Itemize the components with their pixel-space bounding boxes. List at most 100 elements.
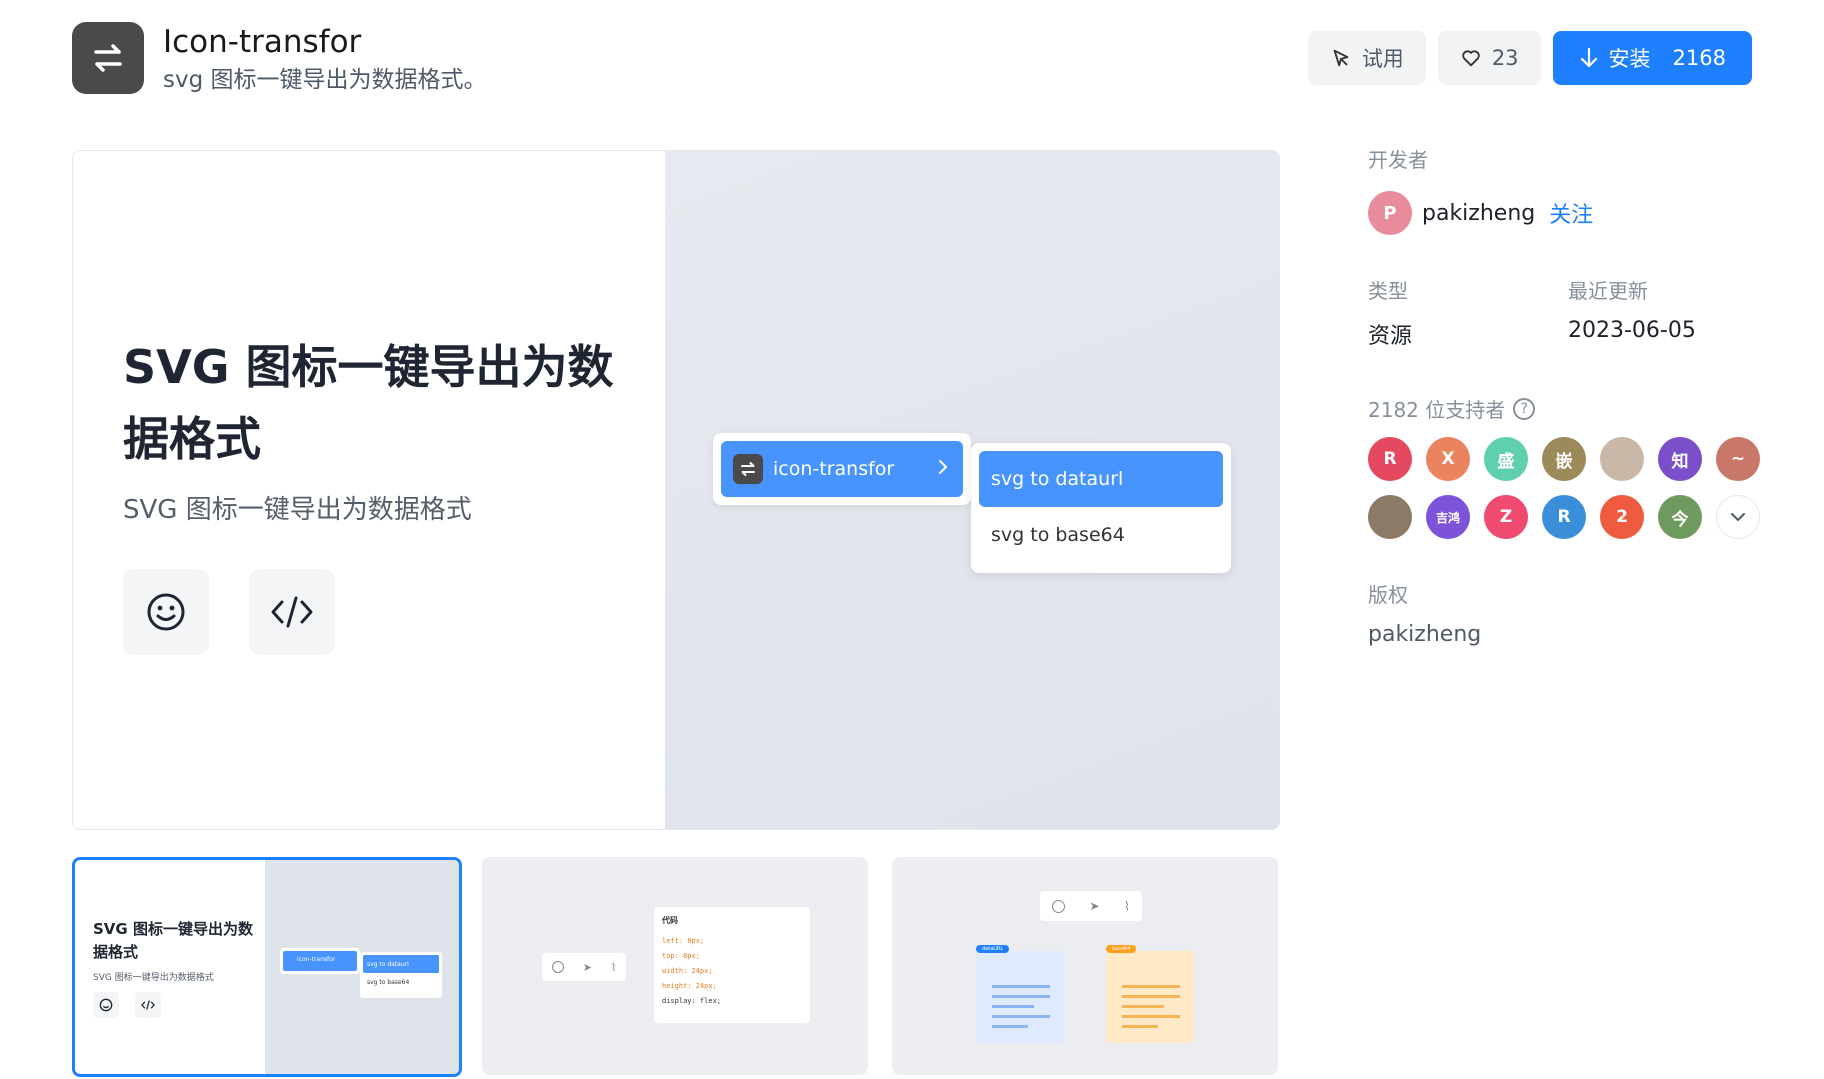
thumb-hero-title: SVG 图标一键导出为数据格式 [93, 920, 253, 961]
install-button[interactable]: 安装 2168 [1552, 31, 1752, 85]
supporter-avatar[interactable]: 今 [1658, 495, 1702, 539]
type-value: 资源 [1368, 324, 1413, 349]
thumb-dataurl-card: dataURL [976, 945, 1064, 1043]
expand-supporters-button[interactable] [1716, 495, 1760, 539]
supporter-avatar[interactable]: 嵌 [1542, 437, 1586, 481]
follow-button[interactable]: 关注 [1549, 197, 1593, 229]
thumbnail-1[interactable]: SVG 图标一键导出为数据格式 SVG 图标一键导出为数据格式 icon-tra… [72, 857, 462, 1077]
app-title: Icon-transfor [163, 24, 362, 60]
swap-arrows-icon [94, 44, 122, 72]
heart-icon [1462, 50, 1480, 67]
paperclip-icon: ⌇ [1123, 899, 1130, 913]
thumb-code-line: width: 24px; [662, 967, 713, 975]
context-menu-label: icon-transfor [773, 458, 895, 480]
thumb-dataurl-tag: dataURL [976, 945, 1010, 953]
chevron-right-icon [939, 460, 948, 474]
like-count: 23 [1491, 46, 1519, 70]
pug-avatar[interactable] [1368, 495, 1412, 539]
supporter-avatar[interactable]: R [1368, 437, 1412, 481]
thumbnail-3[interactable]: ➤ ⌇ dataURL base64 [892, 857, 1278, 1075]
header-actions: 试用 23 安装 2168 [1307, 31, 1752, 85]
developer-row: P pakizheng 关注 [1368, 191, 1768, 235]
supporter-avatar[interactable]: 2 [1600, 495, 1644, 539]
thumb-code-title: 代码 [662, 916, 678, 925]
install-count: 2168 [1672, 46, 1726, 70]
meta-info: 类型 资源 最近更新 2023-06-05 [1368, 275, 1768, 350]
hero-title: SVG 图标一键导出为数据格式 [123, 340, 614, 466]
thumb-context-menu: icon-transfor [280, 948, 360, 974]
thumbnail-strip: SVG 图标一键导出为数据格式 SVG 图标一键导出为数据格式 icon-tra… [72, 857, 1280, 1077]
supporter-avatar[interactable]: 吉鸿 [1426, 495, 1470, 539]
submenu: svg to dataurl svg to base64 [971, 443, 1231, 573]
supporter-avatar[interactable]: ~ [1716, 437, 1760, 481]
code-icon-tile [249, 569, 335, 655]
preview-right-panel: icon-transfor svg to dataurl svg to base… [665, 151, 1279, 829]
like-button[interactable]: 23 [1437, 31, 1541, 85]
thumbnail-2[interactable]: ➤ ⌇ 代码 left: 8px; top: 8px; width: 24px;… [482, 857, 868, 1075]
copyright-label: 版权 [1368, 583, 1408, 607]
thumb-code-line: height: 24px; [662, 982, 717, 990]
try-label: 试用 [1361, 47, 1404, 71]
paperclip-icon: ⌇ [611, 960, 617, 974]
supporter-avatar[interactable]: R [1542, 495, 1586, 539]
cartoon-avatar[interactable] [1600, 437, 1644, 481]
supporters-header: 2182 位支持者 ? [1368, 394, 1768, 423]
updated-value: 2023-06-05 [1568, 318, 1696, 343]
thumb-submenu-base64: svg to base64 [367, 979, 410, 986]
thumb-hero-sub: SVG 图标一键导出为数据格式 [93, 973, 214, 983]
globe-icon [1052, 899, 1066, 913]
updated-label: 最近更新 [1568, 279, 1648, 303]
sidebar: 开发者 P pakizheng 关注 类型 资源 最近更新 2023-06-05… [1368, 144, 1768, 647]
app-icon [72, 22, 144, 94]
preview-left-panel: SVG 图标一键导出为数据格式 SVG 图标一键导出为数据格式 [73, 151, 665, 829]
copyright-section: 版权 pakizheng [1368, 579, 1768, 647]
thumb-code-line: top: 8px; [662, 952, 700, 960]
supporters-count: 2182 位支持者 [1368, 398, 1506, 422]
smile-icon [147, 593, 185, 631]
avatar[interactable]: P [1368, 191, 1412, 235]
updated-column: 最近更新 2023-06-05 [1568, 275, 1768, 350]
send-icon: ➤ [582, 960, 592, 974]
type-label: 类型 [1368, 279, 1408, 303]
copyright-value: pakizheng [1368, 622, 1482, 647]
supporter-avatar[interactable]: 知 [1658, 437, 1702, 481]
chevron-down-icon [1731, 513, 1745, 522]
context-menu-item: icon-transfor [721, 441, 963, 497]
thumb-code-panel: 代码 left: 8px; top: 8px; width: 24px; hei… [654, 907, 810, 1023]
code-icon [271, 596, 313, 628]
smile-icon [99, 998, 113, 1012]
header: Icon-transfor svg 图标一键导出为数据格式。 试用 23 安装 … [72, 22, 1752, 94]
thumb-toolbar: ➤ ⌇ [542, 953, 626, 981]
type-column: 类型 资源 [1368, 275, 1568, 350]
send-icon: ➤ [1089, 899, 1100, 913]
thumb-menu-label: icon-transfor [283, 951, 357, 971]
supporter-avatar[interactable]: 盛 [1484, 437, 1528, 481]
code-icon [141, 1000, 155, 1010]
developer-label: 开发者 [1368, 148, 1428, 172]
plugin-detail-page: Icon-transfor svg 图标一键导出为数据格式。 试用 23 安装 … [0, 0, 1824, 1079]
context-menu: icon-transfor [713, 433, 971, 505]
supporter-avatar[interactable]: X [1426, 437, 1470, 481]
thumb-code-line: left: 8px; [662, 937, 705, 945]
download-arrow-icon [1580, 47, 1597, 68]
supporter-avatar[interactable]: Z [1484, 495, 1528, 539]
smile-icon-tile [123, 569, 209, 655]
thumb-submenu-dataurl: svg to dataurl [363, 955, 439, 973]
submenu-item-base64: svg to base64 [991, 524, 1125, 546]
swap-arrows-icon [733, 454, 763, 484]
app-subtitle: svg 图标一键导出为数据格式。 [163, 67, 487, 93]
supporters-grid: R X 盛嵌知 ~ 吉鸿 Z R 2 今 [1368, 437, 1768, 539]
cursor-click-icon [1333, 49, 1349, 67]
install-label: 安装 [1608, 47, 1651, 71]
globe-icon [551, 961, 564, 973]
thumb-smile-tile [93, 992, 119, 1018]
question-icon[interactable]: ? [1513, 397, 1536, 420]
thumb-toolbar: ➤ ⌇ [1040, 891, 1142, 921]
developer-name[interactable]: pakizheng [1422, 201, 1535, 226]
try-button[interactable]: 试用 [1307, 31, 1426, 85]
thumb-base64-tag: base64 [1106, 945, 1137, 953]
main-preview-image[interactable]: SVG 图标一键导出为数据格式 SVG 图标一键导出为数据格式 icon-tra… [72, 150, 1280, 830]
thumb-submenu: svg to dataurl svg to base64 [360, 952, 442, 998]
submenu-item-dataurl: svg to dataurl [979, 451, 1223, 507]
hero-subtitle: SVG 图标一键导出为数据格式 [123, 495, 472, 525]
